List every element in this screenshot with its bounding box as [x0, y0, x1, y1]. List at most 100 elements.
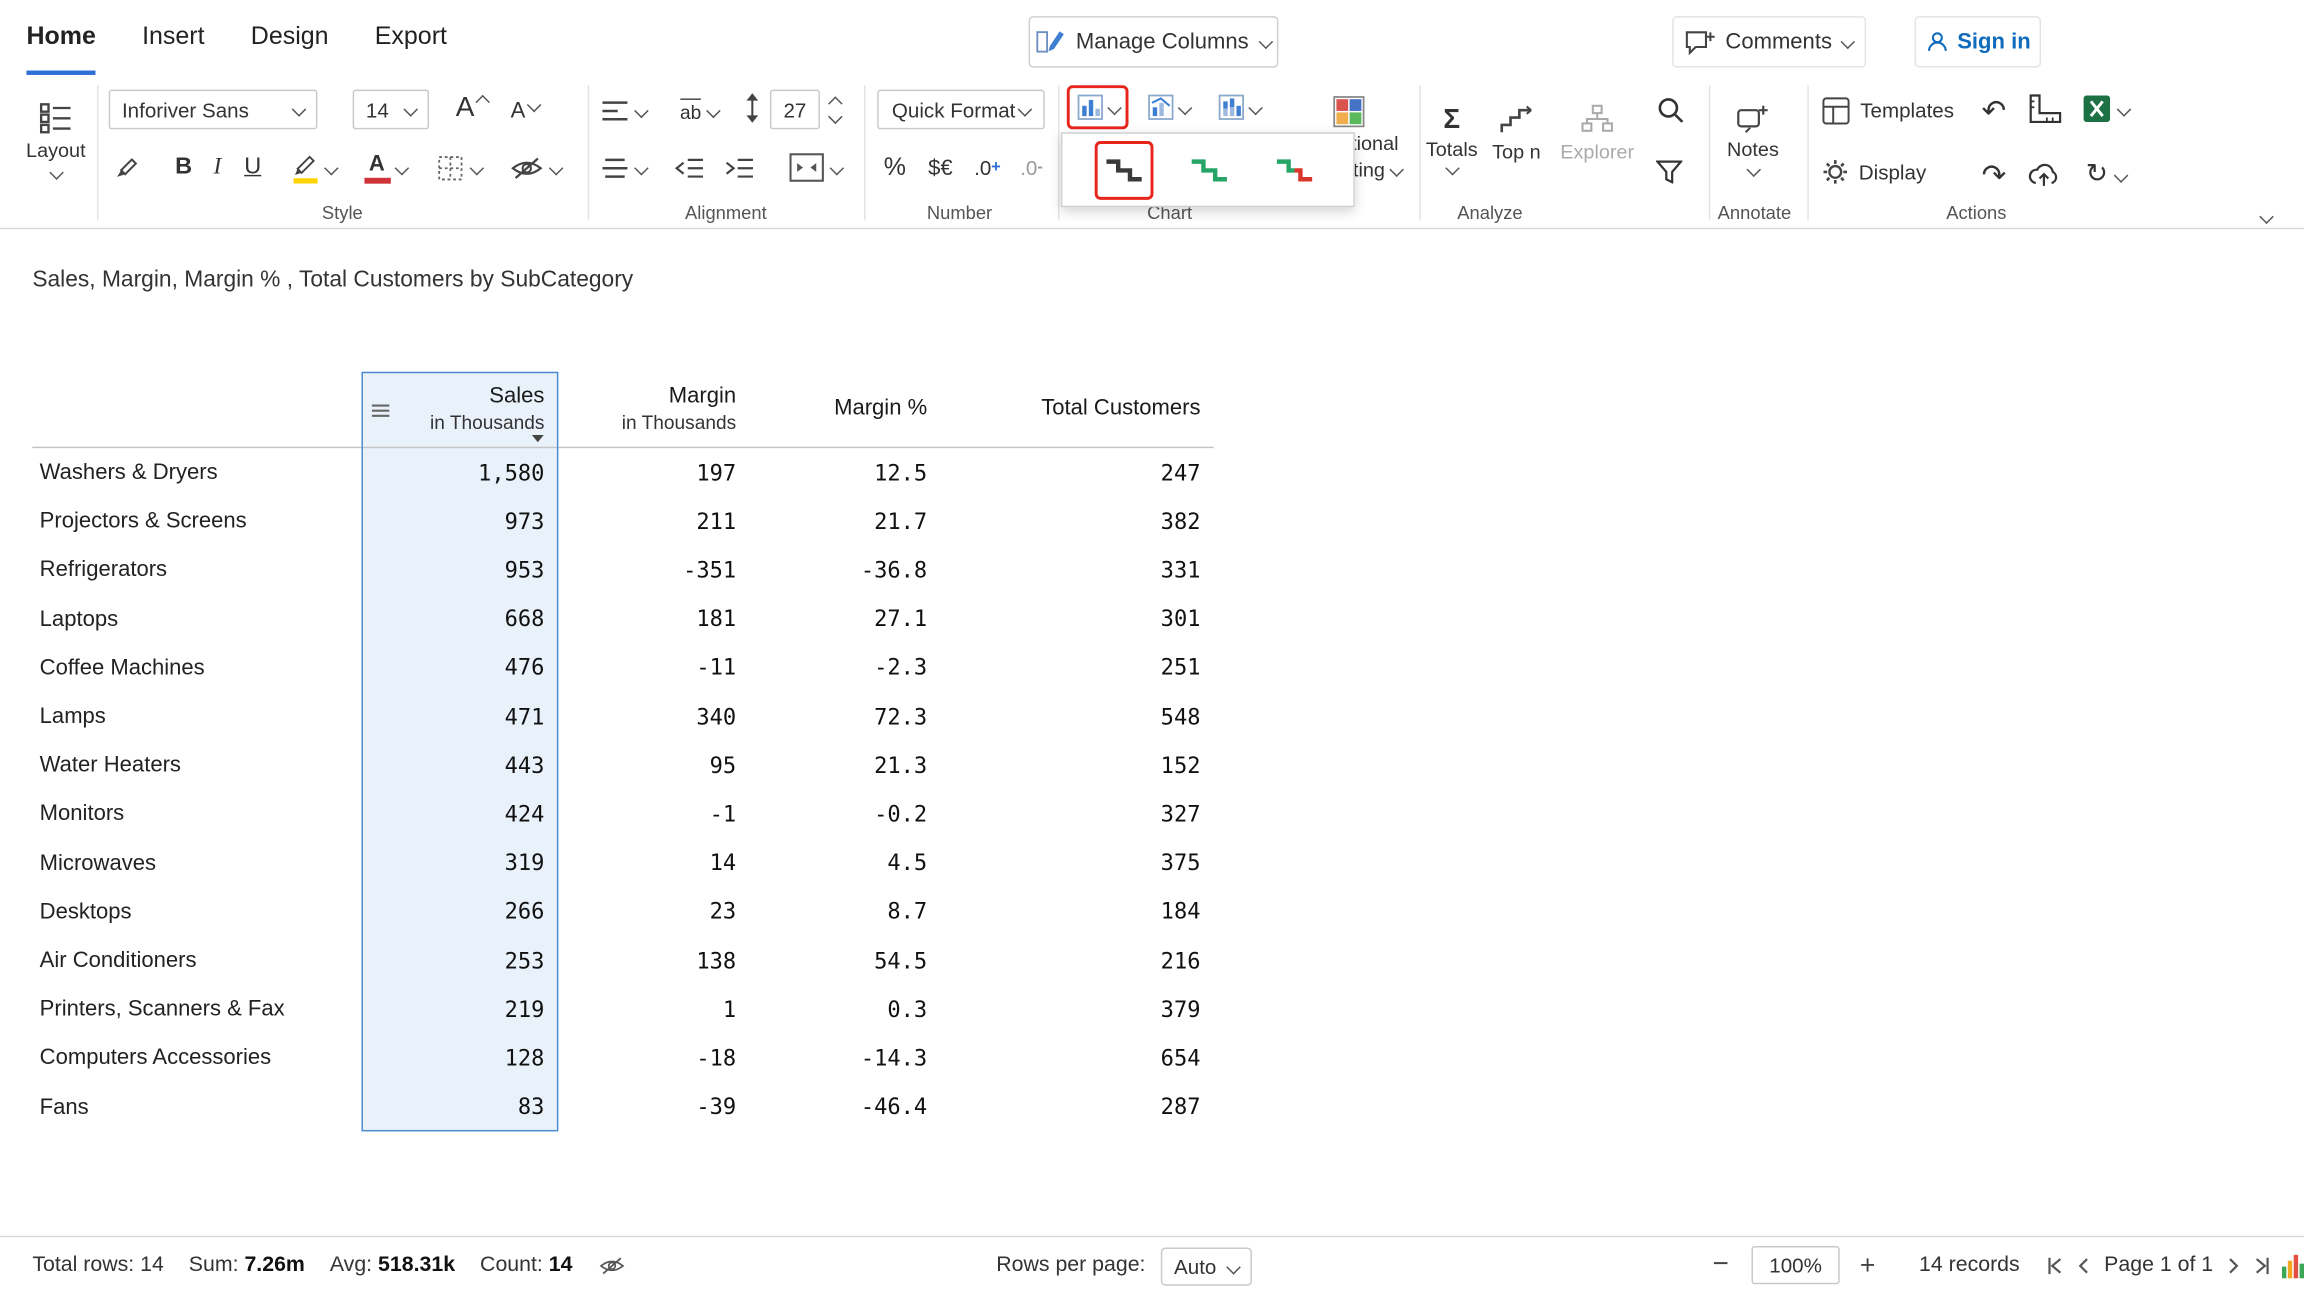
cell-margin-pct[interactable]: -2.3: [749, 654, 940, 680]
cell-margin-pct[interactable]: 12.5: [749, 459, 940, 485]
explorer-button[interactable]: Explorer: [1555, 88, 1640, 179]
cell-margin[interactable]: 95: [558, 752, 750, 778]
cell-customers[interactable]: 379: [940, 996, 1213, 1022]
dropdown-item-step-chart-dark[interactable]: [1095, 140, 1154, 199]
refresh-button[interactable]: ↻: [2075, 156, 2137, 194]
underline-button[interactable]: U: [235, 147, 270, 188]
cell-margin[interactable]: -351: [558, 557, 750, 583]
percent-format-button[interactable]: %: [879, 147, 911, 188]
column-header-total-customers[interactable]: Total Customers: [940, 372, 1213, 448]
cell-customers[interactable]: 382: [940, 508, 1213, 534]
rows-per-page-select[interactable]: Auto: [1161, 1248, 1252, 1286]
notes-button[interactable]: Notes: [1719, 85, 1787, 194]
font-size-select[interactable]: 14: [353, 90, 429, 130]
layout-button[interactable]: Layout: [18, 85, 94, 194]
cell-margin-pct[interactable]: -14.3: [749, 1045, 940, 1071]
cloud-upload-button[interactable]: [2022, 156, 2066, 191]
cell-margin[interactable]: 1: [558, 996, 750, 1022]
row-label[interactable]: Lamps: [32, 704, 360, 729]
templates-button[interactable]: Templates: [1822, 91, 1954, 129]
row-label[interactable]: Monitors: [32, 802, 360, 827]
cell-margin-pct[interactable]: -0.2: [749, 801, 940, 827]
cell-sales[interactable]: 471: [361, 703, 558, 729]
cell-customers[interactable]: 247: [940, 459, 1213, 485]
cell-margin[interactable]: 181: [558, 606, 750, 632]
row-label[interactable]: Coffee Machines: [32, 655, 360, 680]
cell-sales[interactable]: 476: [361, 654, 558, 680]
chart-type-button-1[interactable]: [1067, 85, 1129, 129]
chart-type-button-3[interactable]: [1208, 85, 1270, 129]
cell-margin[interactable]: 340: [558, 703, 750, 729]
cell-customers[interactable]: 327: [940, 801, 1213, 827]
borders-button[interactable]: [429, 147, 488, 188]
decrease-decimal-button[interactable]: .0-: [1011, 147, 1052, 188]
next-page-icon[interactable]: [2223, 1256, 2242, 1275]
top-n-button[interactable]: Top n: [1487, 88, 1546, 179]
decrease-font-button[interactable]: A: [503, 90, 547, 131]
cell-margin[interactable]: 14: [558, 850, 750, 876]
cell-sales[interactable]: 253: [361, 947, 558, 973]
cell-customers[interactable]: 548: [940, 703, 1213, 729]
totals-button[interactable]: Σ Totals: [1419, 85, 1484, 194]
comments-button[interactable]: Comments: [1672, 16, 1866, 67]
cell-margin-pct[interactable]: 54.5: [749, 947, 940, 973]
tab-home[interactable]: Home: [26, 3, 95, 75]
font-color-button[interactable]: A: [353, 144, 418, 191]
chart-type-button-2[interactable]: [1137, 85, 1199, 129]
column-header-margin[interactable]: Margin in Thousands: [558, 372, 750, 448]
cell-customers[interactable]: 152: [940, 752, 1213, 778]
row-label[interactable]: Water Heaters: [32, 753, 360, 778]
row-height-stepper[interactable]: [826, 93, 847, 128]
cell-margin-pct[interactable]: 8.7: [749, 898, 940, 924]
dropdown-item-step-chart-green[interactable]: [1180, 140, 1239, 199]
hide-stats-icon[interactable]: [597, 1255, 625, 1277]
row-label[interactable]: Washers & Dryers: [32, 460, 360, 485]
zoom-out-button[interactable]: −: [1704, 1249, 1736, 1281]
increase-decimal-button[interactable]: .0+: [967, 147, 1008, 188]
row-height-input[interactable]: 27: [770, 90, 820, 130]
cell-margin-pct[interactable]: 4.5: [749, 850, 940, 876]
cell-margin[interactable]: 211: [558, 508, 750, 534]
hide-values-button[interactable]: [503, 147, 568, 188]
manage-columns-button[interactable]: Manage Columns: [1029, 16, 1279, 67]
row-label[interactable]: Computers Accessories: [32, 1045, 360, 1070]
cell-sales[interactable]: 973: [361, 508, 558, 534]
merge-cells-button[interactable]: [782, 147, 850, 188]
search-button[interactable]: [1652, 91, 1687, 126]
collapse-ribbon-button[interactable]: [2251, 206, 2280, 227]
increase-font-button[interactable]: A: [450, 87, 494, 131]
column-header-margin-pct[interactable]: Margin %: [749, 372, 940, 448]
cell-sales[interactable]: 128: [361, 1045, 558, 1071]
first-page-icon[interactable]: [2045, 1256, 2064, 1275]
cell-margin[interactable]: 138: [558, 947, 750, 973]
sort-descending-icon[interactable]: [531, 435, 543, 442]
row-label[interactable]: Microwaves: [32, 850, 360, 875]
cell-sales[interactable]: 219: [361, 996, 558, 1022]
cell-sales[interactable]: 953: [361, 557, 558, 583]
last-page-icon[interactable]: [2253, 1256, 2272, 1275]
tab-export[interactable]: Export: [375, 3, 447, 71]
row-label[interactable]: Printers, Scanners & Fax: [32, 997, 360, 1022]
cell-sales[interactable]: 1,580: [361, 459, 558, 485]
cell-customers[interactable]: 331: [940, 557, 1213, 583]
cell-margin-pct[interactable]: 21.7: [749, 508, 940, 534]
cell-sales[interactable]: 266: [361, 898, 558, 924]
wrap-text-button[interactable]: ab: [667, 90, 732, 131]
undo-button[interactable]: ↶: [1975, 91, 2013, 129]
horizontal-align-button[interactable]: [597, 90, 650, 131]
cell-margin-pct[interactable]: 72.3: [749, 703, 940, 729]
increase-indent-button[interactable]: [720, 150, 758, 185]
quick-format-select[interactable]: Quick Format: [877, 90, 1045, 130]
cell-sales[interactable]: 668: [361, 606, 558, 632]
dropdown-item-step-chart-green-red[interactable]: [1265, 140, 1324, 199]
cell-margin-pct[interactable]: -46.4: [749, 1094, 940, 1120]
filter-button[interactable]: [1652, 156, 1687, 188]
cell-margin-pct[interactable]: -36.8: [749, 557, 940, 583]
cell-margin[interactable]: -1: [558, 801, 750, 827]
tab-design[interactable]: Design: [251, 3, 329, 71]
column-header-sales[interactable]: Sales in Thousands: [361, 372, 558, 448]
zoom-in-button[interactable]: +: [1851, 1249, 1883, 1281]
cell-margin[interactable]: -39: [558, 1094, 750, 1120]
export-excel-button[interactable]: [2075, 90, 2137, 128]
cell-margin[interactable]: 23: [558, 898, 750, 924]
